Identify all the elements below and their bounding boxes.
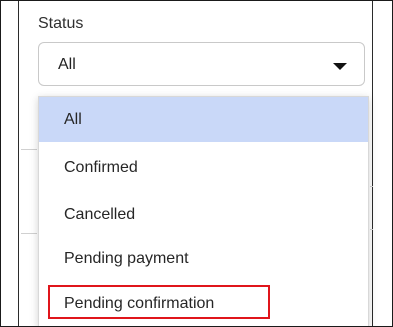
status-option-cancelled[interactable]: Cancelled	[39, 192, 368, 237]
screenshot-frame: Status All All Confirmed Cancelled Pendi…	[0, 0, 393, 327]
status-option-confirmed[interactable]: Confirmed	[39, 145, 368, 190]
divider-line	[372, 1, 373, 326]
divider-line	[370, 229, 373, 230]
status-select-value: All	[58, 56, 76, 73]
status-select[interactable]: All	[38, 42, 365, 86]
status-option-pending-confirmation[interactable]: Pending confirmation	[39, 281, 368, 326]
status-option-all[interactable]: All	[39, 97, 368, 142]
divider-line	[18, 1, 19, 326]
divider-line	[21, 149, 37, 150]
divider-line	[370, 186, 373, 187]
divider-line	[21, 233, 37, 234]
status-label: Status	[38, 15, 84, 32]
status-option-pending-payment[interactable]: Pending payment	[39, 236, 368, 281]
status-dropdown-menu: All Confirmed Cancelled Pending payment …	[38, 96, 369, 326]
caret-down-icon[interactable]	[333, 63, 347, 70]
